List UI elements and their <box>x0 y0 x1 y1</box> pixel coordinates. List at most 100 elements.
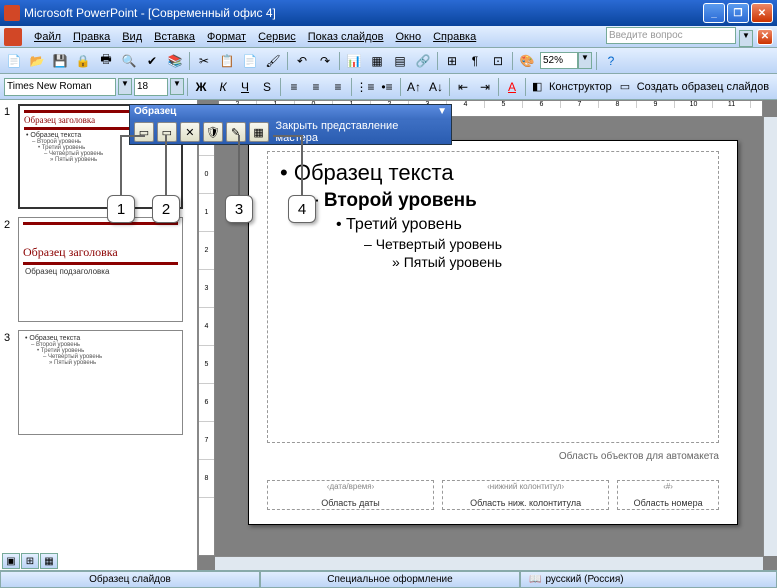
question-input[interactable] <box>606 27 736 44</box>
slideshow-view-button[interactable]: ▦ <box>40 553 58 569</box>
statusbar: Образец слайдов Специальное оформление 📖… <box>0 570 777 588</box>
autolayout-label: Область объектов для автомакета <box>559 451 719 462</box>
menu-tools[interactable]: Сервис <box>252 29 302 45</box>
thumbnail-panel[interactable]: 1 Образец заголовка • Образец текста – В… <box>0 100 198 570</box>
menu-help[interactable]: Справка <box>427 29 482 45</box>
decrease-indent-icon[interactable]: ⇤ <box>453 77 473 97</box>
bold-icon[interactable]: Ж <box>191 77 211 97</box>
doc-close-button[interactable]: ✕ <box>757 29 773 45</box>
master-toolbar-menu-icon[interactable]: ▼ <box>437 106 447 119</box>
close-master-view-button[interactable]: Закрыть представление мастера <box>272 120 448 144</box>
vertical-ruler[interactable]: 1012345678 <box>198 117 215 556</box>
italic-icon[interactable]: К <box>213 77 233 97</box>
callout-3: 3 <box>225 195 253 223</box>
decrease-font-icon[interactable]: A↓ <box>426 77 446 97</box>
bullets-icon[interactable]: •≡ <box>377 77 397 97</box>
status-master: Образец слайдов <box>0 571 260 588</box>
numbering-icon[interactable]: ⋮≡ <box>355 77 375 97</box>
design-button[interactable]: ◧ Конструктор <box>529 80 615 94</box>
menu-format[interactable]: Формат <box>201 29 252 45</box>
hyperlink-icon[interactable]: 🔗 <box>413 51 433 71</box>
callout-1: 1 <box>107 195 135 223</box>
master-toolbar[interactable]: Образец ▼ ▭ ▭ ✕ 🛡 ✎ ▦ Закрыть представле… <box>129 104 452 145</box>
underline-icon[interactable]: Ч <box>235 77 255 97</box>
normal-view-button[interactable]: ▣ <box>2 553 20 569</box>
size-select[interactable] <box>134 78 168 96</box>
chart-icon[interactable]: 📊 <box>344 51 364 71</box>
preview-icon[interactable]: 🔍 <box>119 51 139 71</box>
menubar: Файл Правка Вид Вставка Формат Сервис По… <box>0 26 777 48</box>
slide-thumbnail-3[interactable]: • Образец текста – Второй уровень • Трет… <box>18 330 183 435</box>
design-icon: ◧ <box>532 80 546 94</box>
rename-master-button[interactable]: ✎ <box>226 122 246 142</box>
preserve-master-button[interactable]: 🛡 <box>203 122 223 142</box>
thumb-number: 1 <box>4 104 18 209</box>
open-icon[interactable]: 📂 <box>27 51 47 71</box>
callout-4: 4 <box>288 195 316 223</box>
maximize-button[interactable]: ❐ <box>727 3 749 23</box>
app-logo-icon <box>4 28 22 46</box>
paste-icon[interactable]: 📄 <box>240 51 260 71</box>
permission-icon[interactable]: 🔒 <box>73 51 93 71</box>
tables-icon[interactable]: ▤ <box>390 51 410 71</box>
sorter-view-button[interactable]: ⊞ <box>21 553 39 569</box>
master-toolbar-title[interactable]: Образец ▼ <box>130 105 451 120</box>
font-select[interactable] <box>4 78 116 96</box>
new-slide-icon: ▭ <box>620 80 634 94</box>
slide-canvas[interactable]: • Образец текста – Второй уровень • Трет… <box>248 140 738 525</box>
menu-insert[interactable]: Вставка <box>148 29 201 45</box>
menu-slideshow[interactable]: Показ слайдов <box>302 29 390 45</box>
undo-icon[interactable]: ↶ <box>292 51 312 71</box>
standard-toolbar: 📄 📂 💾 🔒 🖶 🔍 ✔ 📚 ✂ 📋 📄 🖌 ↶ ↷ 📊 ▦ ▤ 🔗 ⊞ ¶ … <box>0 48 777 74</box>
print-icon[interactable]: 🖶 <box>96 51 116 71</box>
footer-placeholder[interactable]: ‹нижний колонтитул› Область ниж. колонти… <box>442 480 609 510</box>
thumb-number: 3 <box>4 330 18 435</box>
view-buttons: ▣ ⊞ ▦ <box>2 553 58 569</box>
question-dropdown-icon[interactable]: ▼ <box>739 30 753 47</box>
show-format-icon[interactable]: ¶ <box>465 51 485 71</box>
shadow-icon[interactable]: S <box>257 77 277 97</box>
new-icon[interactable]: 📄 <box>4 51 24 71</box>
cut-icon[interactable]: ✂ <box>194 51 214 71</box>
zoom-dropdown-icon[interactable]: ▼ <box>578 52 592 69</box>
font-dropdown-icon[interactable]: ▼ <box>118 78 132 95</box>
format-painter-icon[interactable]: 🖌 <box>263 51 283 71</box>
menu-file[interactable]: Файл <box>28 29 67 45</box>
redo-icon[interactable]: ↷ <box>315 51 335 71</box>
workspace: 1 Образец заголовка • Образец текста – В… <box>0 100 777 570</box>
help-icon[interactable]: ? <box>601 51 621 71</box>
minimize-button[interactable]: _ <box>703 3 725 23</box>
save-icon[interactable]: 💾 <box>50 51 70 71</box>
menu-view[interactable]: Вид <box>116 29 148 45</box>
copy-icon[interactable]: 📋 <box>217 51 237 71</box>
slide-thumbnail-2[interactable]: Образец заголовка Образец подзаголовка <box>18 217 183 322</box>
master-layout-button[interactable]: ▦ <box>249 122 269 142</box>
insert-slide-master-button[interactable]: ▭ <box>134 122 154 142</box>
research-icon[interactable]: 📚 <box>165 51 185 71</box>
status-language[interactable]: 📖 русский (Россия) <box>520 571 777 588</box>
vertical-scrollbar[interactable] <box>763 117 777 556</box>
color-icon[interactable]: 🎨 <box>517 51 537 71</box>
slide-editor: 210123456789101112 1012345678 • Образец … <box>198 100 777 570</box>
font-color-icon[interactable]: A <box>502 77 522 97</box>
close-button[interactable]: ✕ <box>751 3 773 23</box>
text-placeholder[interactable]: • Образец текста – Второй уровень • Трет… <box>267 151 719 443</box>
menu-edit[interactable]: Правка <box>67 29 116 45</box>
menu-window[interactable]: Окно <box>390 29 428 45</box>
align-right-icon[interactable]: ≡ <box>328 77 348 97</box>
increase-indent-icon[interactable]: ⇥ <box>475 77 495 97</box>
delete-master-button[interactable]: ✕ <box>180 122 200 142</box>
align-center-icon[interactable]: ≡ <box>306 77 326 97</box>
increase-font-icon[interactable]: A↑ <box>404 77 424 97</box>
table-icon[interactable]: ▦ <box>367 51 387 71</box>
zoom-input[interactable] <box>540 52 578 69</box>
horizontal-scrollbar[interactable] <box>215 556 763 570</box>
number-placeholder[interactable]: ‹#› Область номера <box>617 480 719 510</box>
grid-icon[interactable]: ⊡ <box>488 51 508 71</box>
align-left-icon[interactable]: ≡ <box>284 77 304 97</box>
size-dropdown-icon[interactable]: ▼ <box>170 78 184 95</box>
expand-icon[interactable]: ⊞ <box>442 51 462 71</box>
spell-icon[interactable]: ✔ <box>142 51 162 71</box>
new-master-button[interactable]: ▭ Создать образец слайдов <box>617 80 772 94</box>
date-placeholder[interactable]: ‹дата/время› Область даты <box>267 480 434 510</box>
